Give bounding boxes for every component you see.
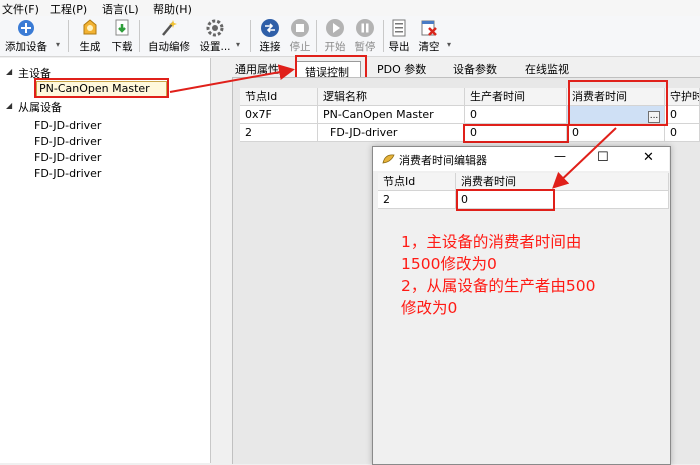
arrow-to-error-tab [169,64,295,93]
arrow-to-dialog [552,127,617,189]
annotation-arrows [169,64,617,189]
